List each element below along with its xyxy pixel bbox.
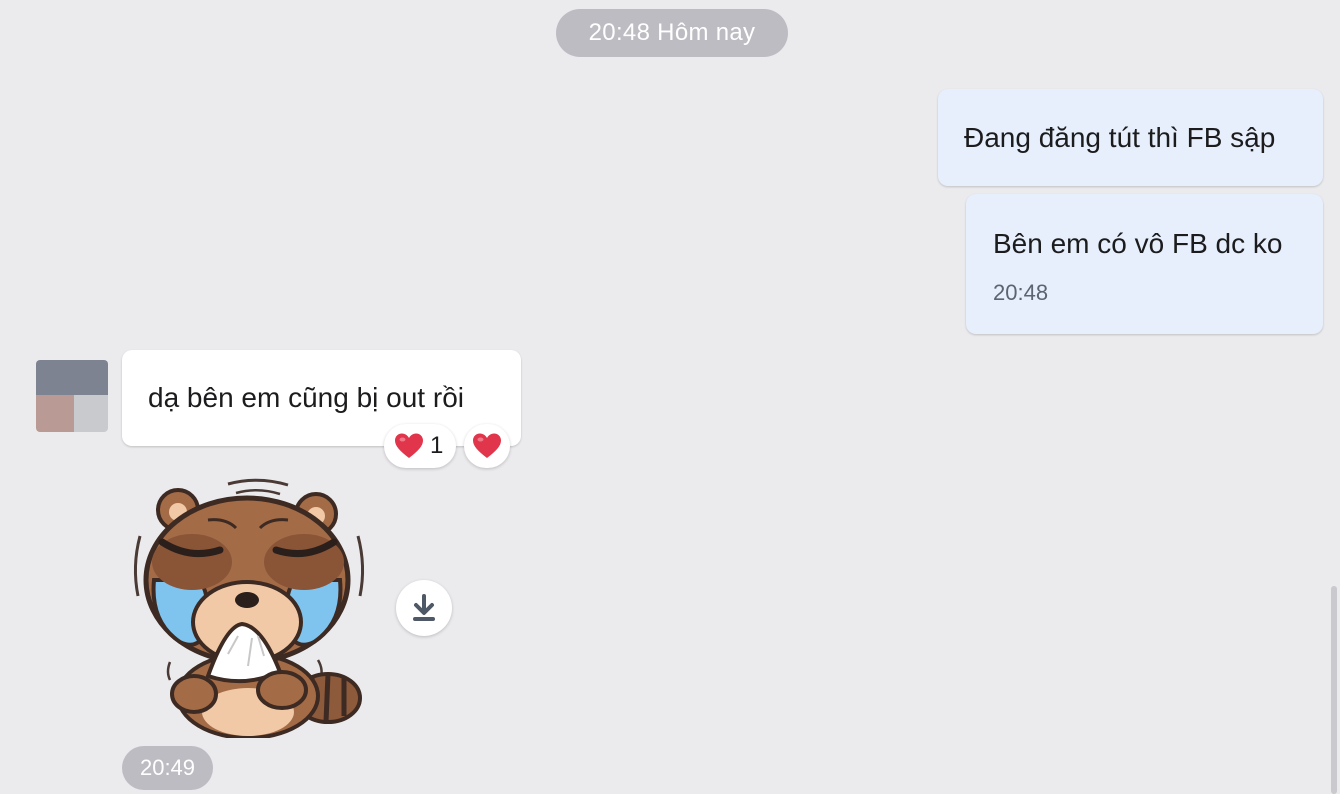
message-text: dạ bên em cũng bị out rồi	[148, 382, 464, 413]
react-button[interactable]	[464, 424, 510, 468]
sticker-timestamp: 20:49	[122, 746, 213, 790]
download-button[interactable]	[396, 580, 452, 636]
crying-raccoon-sticker[interactable]	[130, 476, 370, 740]
message-text: Bên em có vô FB dc ko	[993, 228, 1283, 259]
date-separator: 20:48 Hôm nay	[556, 9, 788, 57]
heart-icon	[395, 433, 423, 458]
avatar[interactable]	[36, 360, 108, 432]
outgoing-message-bubble[interactable]: Đang đăng tút thì FB sập	[938, 89, 1323, 186]
reaction-summary[interactable]: 1	[384, 424, 456, 468]
incoming-message-bubble[interactable]: dạ bên em cũng bị out rồi	[122, 350, 521, 446]
outgoing-message-bubble[interactable]: Bên em có vô FB dc ko 20:48	[966, 194, 1323, 334]
message-timestamp: 20:48	[993, 280, 1049, 305]
heart-icon	[473, 433, 501, 458]
message-text: Đang đăng tút thì FB sập	[964, 122, 1276, 153]
download-icon	[413, 594, 435, 621]
reaction-count: 1	[430, 432, 444, 459]
scrollbar[interactable]	[1331, 586, 1337, 794]
raccoon-sticker-image	[133, 478, 365, 740]
chat-area: 20:48 Hôm nay Đang đăng tút thì FB sập B…	[0, 0, 1340, 794]
